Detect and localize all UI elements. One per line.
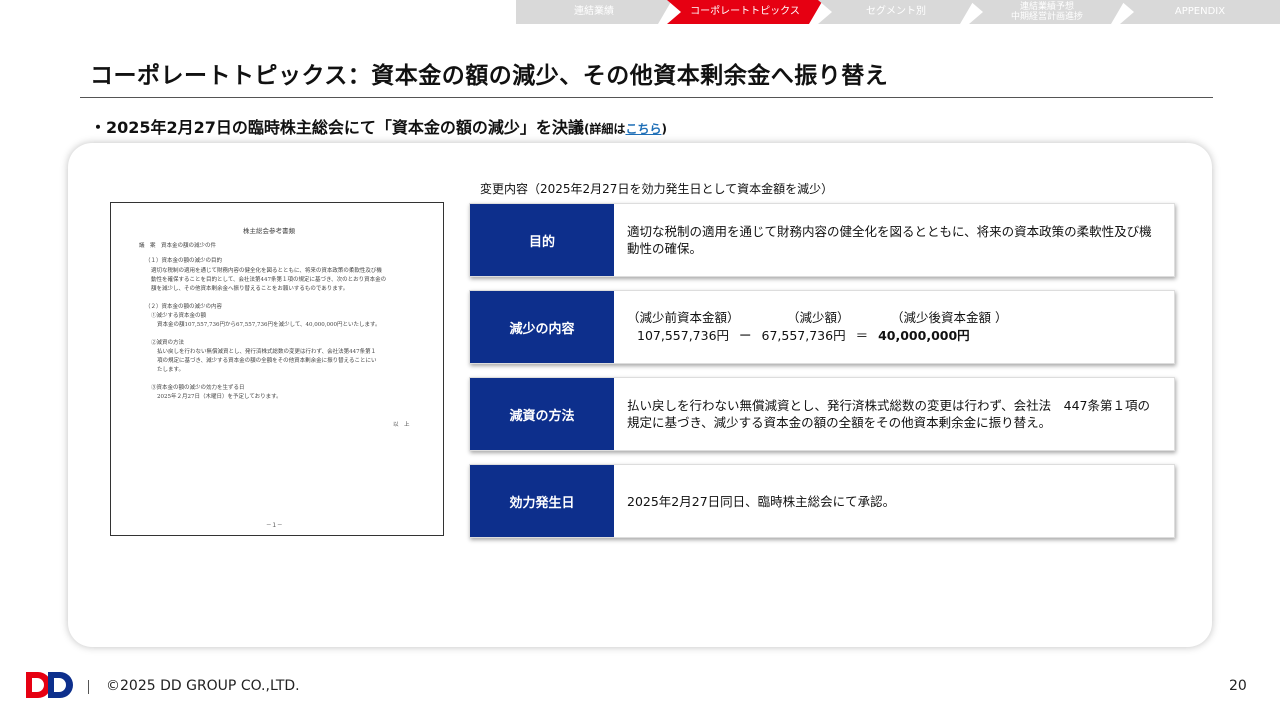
tab-label: APPENDIX bbox=[1174, 6, 1226, 17]
tab-label: コーポレートトピックス bbox=[690, 6, 800, 17]
footer-divider bbox=[88, 680, 89, 694]
doc-line: ①減少する資本金の額 bbox=[151, 313, 207, 319]
doc-line: ③資本金の額の減少の効力を生ずる日 bbox=[151, 385, 245, 391]
doc-heading: 株主総会参考書類 bbox=[243, 227, 295, 235]
row-body: （減少前資本金額） （減少額） （減少後資本金額 ） 107,557,736円 ー … bbox=[627, 291, 1162, 363]
doc-line: 適切な税制の適用を通じて財務内容の健全化を図るとともに、将来の資本政策の柔軟性及… bbox=[151, 268, 382, 274]
doc-line: たします。 bbox=[157, 367, 184, 373]
tab-forecast[interactable]: 連結業績予想 中期経営計画進捗 bbox=[969, 0, 1125, 24]
dd-logo-icon bbox=[26, 672, 73, 698]
label-before: （減少前資本金額） bbox=[627, 310, 740, 325]
row-header: 減少の内容 bbox=[470, 291, 614, 363]
details-link[interactable]: こちら bbox=[625, 122, 661, 136]
label-after: （減少後資本金額 ） bbox=[891, 310, 1008, 325]
copyright: ©2025 DD GROUP CO.,LTD. bbox=[106, 678, 300, 694]
row-purpose: 目的 適切な税制の適用を通じて財務内容の健全化を図るとともに、将来の資本政策の柔… bbox=[469, 203, 1175, 277]
resolution-bullet: ・2025年2月27日の臨時株主総会にて「資本金の額の減少」を決議(詳細はこちら… bbox=[90, 114, 667, 138]
row-header: 減資の方法 bbox=[470, 378, 614, 450]
doc-line: 額を減少し、その他資本剰余金へ振り替えることをお願いするものであります。 bbox=[151, 286, 349, 292]
amount-reduction: 67,557,736円 bbox=[761, 328, 846, 343]
row-header: 効力発生日 bbox=[470, 465, 614, 537]
doc-closing: 以 上 bbox=[393, 422, 410, 428]
row-body: 払い戻しを行わない無償減資とし、発行済株式総数の変更は行わず、会社法 447条第… bbox=[627, 398, 1150, 430]
row-header: 目的 bbox=[470, 204, 614, 276]
bullet-text: ・2025年2月27日の臨時株主総会にて「資本金の額の減少」を決議 bbox=[90, 118, 584, 137]
doc-line: 項の規定に基づき、減少する資本金の額の全額をその他資本剰余金に振り替えることにい bbox=[157, 358, 377, 364]
row-effective-date: 効力発生日 2025年2月27日同日、臨時株主総会にて承認。 bbox=[469, 464, 1175, 538]
shareholder-document-thumbnail: 株主総会参考書類 議 案 資本金の額の減少の件 （１）資本金の額の減少の目的 適… bbox=[110, 202, 444, 536]
row-body: 2025年2月27日同日、臨時株主総会にて承認。 bbox=[627, 493, 896, 509]
doc-line: （２）資本金の額の減少の内容 bbox=[145, 304, 223, 310]
doc-line: 動性を確保することを目的として、会社法第447条第１項の規定に基づき、次のとおり… bbox=[151, 277, 387, 283]
tab-label: 連結業績予想 中期経営計画進捗 bbox=[1010, 2, 1083, 22]
title-divider bbox=[80, 97, 1213, 98]
doc-line: 資本金の額107,557,736円から67,557,736円を減少して、40,0… bbox=[157, 322, 381, 328]
tab-label: セグメント別 bbox=[866, 6, 926, 17]
detail-suffix: ) bbox=[661, 122, 667, 136]
row-body: 適切な税制の適用を通じて財務内容の健全化を図るとともに、将来の資本政策の柔軟性及… bbox=[627, 224, 1152, 256]
row-reduction-details: 減少の内容 （減少前資本金額） （減少額） （減少後資本金額 ） 107,557,7… bbox=[469, 290, 1175, 364]
tab-label: 連結業績 bbox=[574, 6, 614, 17]
equals-sign: ＝ bbox=[855, 328, 869, 343]
page-number: 20 bbox=[1229, 678, 1247, 694]
label-reduction: （減少額） bbox=[787, 310, 850, 325]
detail-prefix: (詳細は bbox=[583, 122, 626, 136]
amount-after: 40,000,000円 bbox=[878, 328, 970, 343]
doc-line: ②減資の方法 bbox=[151, 340, 185, 346]
amount-before: 107,557,736円 bbox=[637, 328, 730, 343]
doc-line: 払い戻しを行わない無償減資とし、発行済株式総数の変更は行わず、会社法第447条第… bbox=[157, 349, 377, 355]
row-reduction-method: 減資の方法 払い戻しを行わない無償減資とし、発行済株式総数の変更は行わず、会社法… bbox=[469, 377, 1175, 451]
tab-segments[interactable]: セグメント別 bbox=[818, 0, 974, 24]
page-title: コーポレートトピックス：資本金の額の減少、その他資本剰余金へ振り替え bbox=[90, 63, 889, 89]
tab-appendix[interactable]: APPENDIX bbox=[1120, 0, 1280, 24]
doc-line: （１）資本金の額の減少の目的 bbox=[145, 258, 223, 264]
doc-line: 2025年２月27日（木曜日）を予定しております。 bbox=[157, 394, 282, 400]
tab-corporate-topics[interactable]: コーポレートトピックス bbox=[667, 0, 823, 24]
doc-line: 議 案 資本金の額の減少の件 bbox=[139, 243, 217, 249]
section-nav: 連結業績 コーポレートトピックス セグメント別 連結業績予想 中期経営計画進捗 A… bbox=[516, 0, 1280, 24]
capital-amounts: （減少前資本金額） （減少額） （減少後資本金額 ） 107,557,736円 ー … bbox=[627, 309, 1007, 345]
tab-consolidated-results[interactable]: 連結業績 bbox=[516, 0, 672, 24]
minus-sign: ー bbox=[739, 328, 752, 343]
change-caption: 変更内容（2025年2月27日を効力発生日として資本金額を減少） bbox=[480, 182, 834, 196]
doc-page-number: －１－ bbox=[266, 523, 283, 529]
